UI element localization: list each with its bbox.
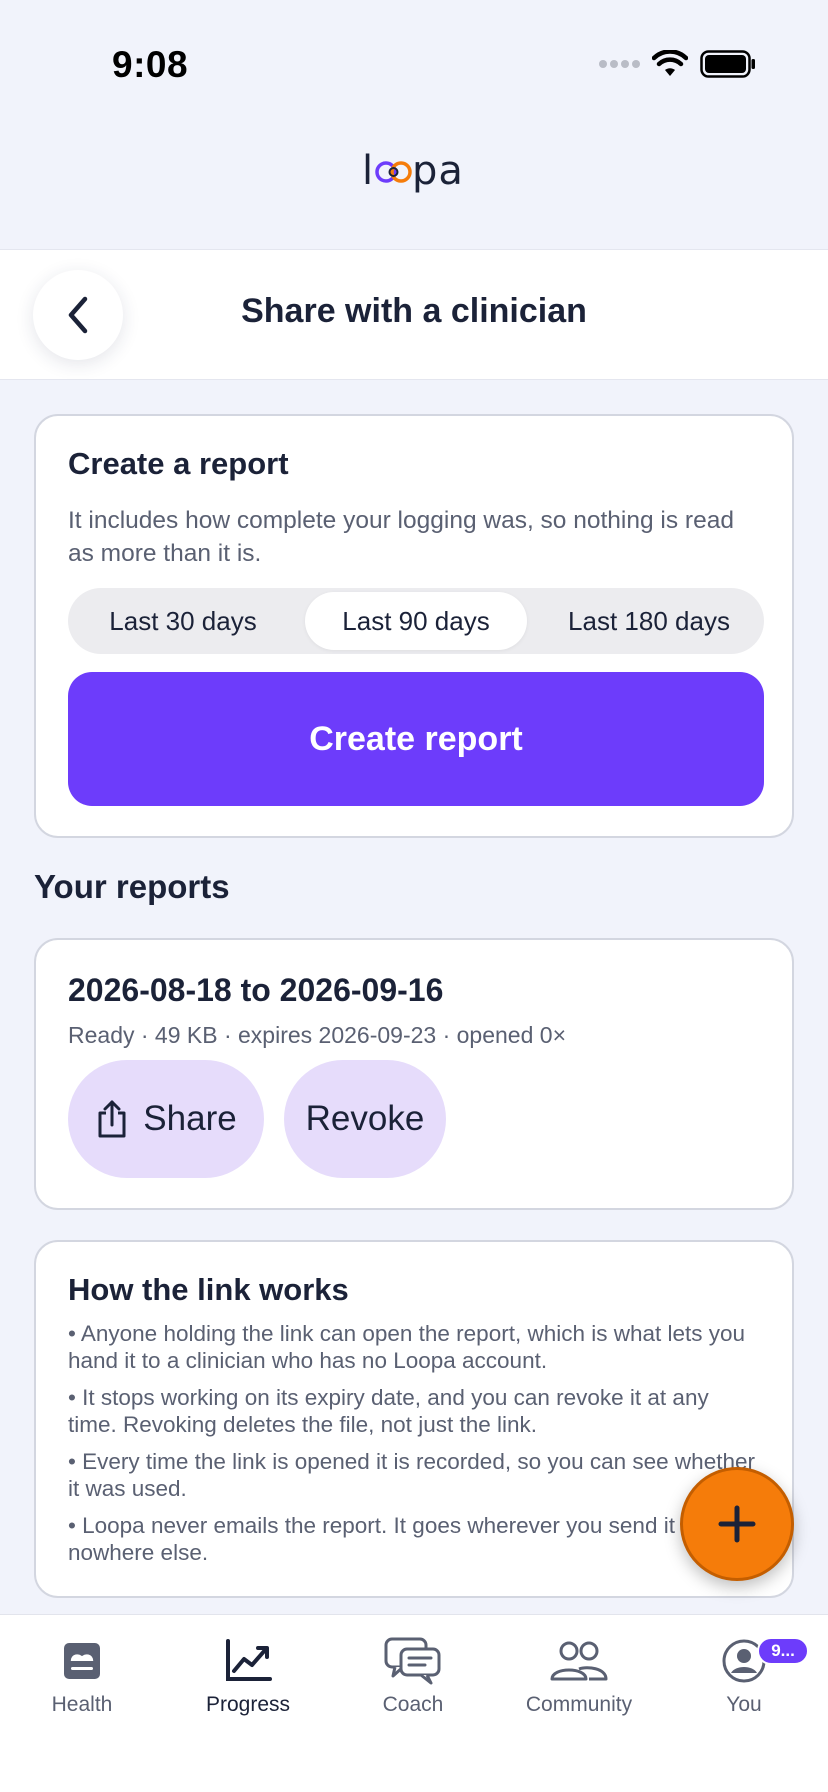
- chat-bubbles-icon: [384, 1637, 441, 1685]
- tab-progress[interactable]: Progress: [173, 1635, 323, 1735]
- status-bar: 9:08: [0, 0, 828, 130]
- tab-health-label: Health: [51, 1693, 113, 1716]
- tab-you[interactable]: 9... You: [669, 1635, 819, 1735]
- share-icon: [98, 1100, 126, 1138]
- link-info-card: How the link works • Anyone holding the …: [34, 1240, 794, 1598]
- status-time: 9:08: [112, 44, 189, 85]
- svg-text:pa: pa: [412, 148, 464, 194]
- range-selector: Last 30 days Last 90 days Last 180 days: [68, 588, 764, 654]
- range-option-90-days[interactable]: Last 90 days: [305, 592, 527, 650]
- loopa-logo: l pa: [0, 148, 828, 207]
- link-info-item: • Every time the link is opened it is re…: [68, 1449, 755, 1501]
- share-button[interactable]: Share: [68, 1060, 264, 1178]
- battery-icon: [700, 49, 756, 83]
- create-report-title: Create a report: [68, 446, 289, 481]
- loopa-logo-mark: l pa: [362, 148, 464, 194]
- tab-coach-label: Coach: [382, 1693, 444, 1716]
- create-report-button[interactable]: Create report: [68, 672, 764, 806]
- tab-health[interactable]: Health: [7, 1635, 157, 1735]
- wifi-icon: [651, 48, 689, 83]
- chart-trend-icon: [226, 1639, 272, 1681]
- link-info-list: • Anyone holding the link can open the r…: [68, 1320, 762, 1576]
- share-label: Share: [143, 1099, 237, 1138]
- range-option-180-days[interactable]: Last 180 days: [538, 592, 760, 650]
- signal-icon: [598, 57, 640, 75]
- svg-text:l: l: [362, 148, 374, 194]
- notification-badge: 9...: [757, 1637, 809, 1665]
- people-icon: [550, 1641, 608, 1681]
- add-fab-button[interactable]: [680, 1467, 794, 1581]
- revoke-label: Revoke: [305, 1099, 425, 1138]
- link-info-item: • Loopa never emails the report. It goes…: [68, 1513, 719, 1565]
- page-header: Share with a clinician: [0, 249, 828, 380]
- tab-coach[interactable]: Coach: [338, 1635, 488, 1735]
- page-title: Share with a clinician: [241, 292, 587, 330]
- tab-you-label: You: [726, 1693, 762, 1716]
- report-date-range: 2026-08-18 to 2026-09-16: [68, 972, 444, 1008]
- tab-community-label: Community: [525, 1693, 633, 1716]
- tab-progress-label: Progress: [205, 1693, 291, 1716]
- link-info-title: How the link works: [68, 1272, 349, 1307]
- create-report-card: Create a report It includes how complete…: [34, 414, 794, 838]
- tab-community[interactable]: Community: [504, 1635, 654, 1735]
- report-meta: Ready · 49 KB · expires 2026-09-23 · ope…: [68, 1022, 567, 1048]
- status-icons: [598, 48, 756, 84]
- revoke-button[interactable]: Revoke: [284, 1060, 446, 1178]
- bottom-tab-bar: Health Progress Coach Community 9... You: [0, 1614, 828, 1792]
- health-card-icon: [64, 1643, 100, 1679]
- plus-icon: [718, 1505, 756, 1543]
- range-option-30-days[interactable]: Last 30 days: [72, 592, 294, 650]
- your-reports-heading: Your reports: [34, 868, 230, 905]
- link-info-item: • It stops working on its expiry date, a…: [68, 1385, 709, 1437]
- link-info-item: • Anyone holding the link can open the r…: [68, 1321, 746, 1373]
- report-card: 2026-08-18 to 2026-09-16 Ready · 49 KB ·…: [34, 938, 794, 1210]
- create-report-subtitle: It includes how complete your logging wa…: [68, 507, 734, 567]
